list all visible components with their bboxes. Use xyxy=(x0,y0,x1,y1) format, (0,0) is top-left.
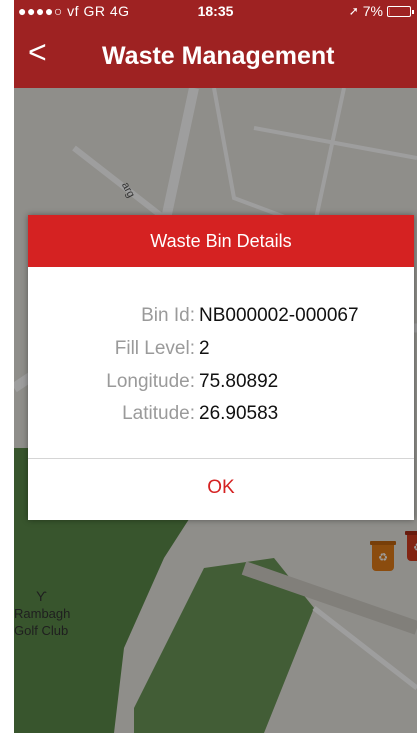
longitude-row: Longitude: 75.80892 xyxy=(28,369,414,395)
status-bar: ●●●●○ vf GR 4G 18:35 ➚ 7% xyxy=(14,0,417,22)
location-arrow-icon: ➚ xyxy=(348,4,359,18)
fill-level-value: 2 xyxy=(199,338,210,359)
dialog-title: Waste Bin Details xyxy=(28,215,414,267)
page-title: Waste Management xyxy=(102,42,335,70)
nav-bar: < Waste Management xyxy=(14,22,417,88)
bin-id-value: NB000002-000067 xyxy=(199,305,359,326)
latitude-label: Latitude: xyxy=(122,403,195,424)
fill-level-label: Fill Level: xyxy=(114,338,195,359)
longitude-label: Longitude: xyxy=(106,371,195,392)
ok-button[interactable]: OK xyxy=(28,459,414,520)
bin-id-label: Bin Id: xyxy=(141,305,195,326)
latitude-row: Latitude: 26.90583 xyxy=(28,401,414,427)
longitude-value: 75.80892 xyxy=(199,371,279,392)
status-right: ➚ 7% xyxy=(348,3,414,19)
battery-icon xyxy=(387,5,414,17)
latitude-value: 26.90583 xyxy=(199,403,279,424)
bin-id-row: Bin Id: NB000002-000067 xyxy=(28,303,414,329)
back-button[interactable]: < xyxy=(28,36,60,72)
fill-level-row: Fill Level: 2 xyxy=(28,336,414,362)
battery-percent: 7% xyxy=(362,3,383,19)
chevron-left-icon: < xyxy=(28,34,47,70)
waste-bin-details-dialog: Waste Bin Details Bin Id: NB000002-00006… xyxy=(28,215,414,520)
battery-level xyxy=(389,7,390,15)
